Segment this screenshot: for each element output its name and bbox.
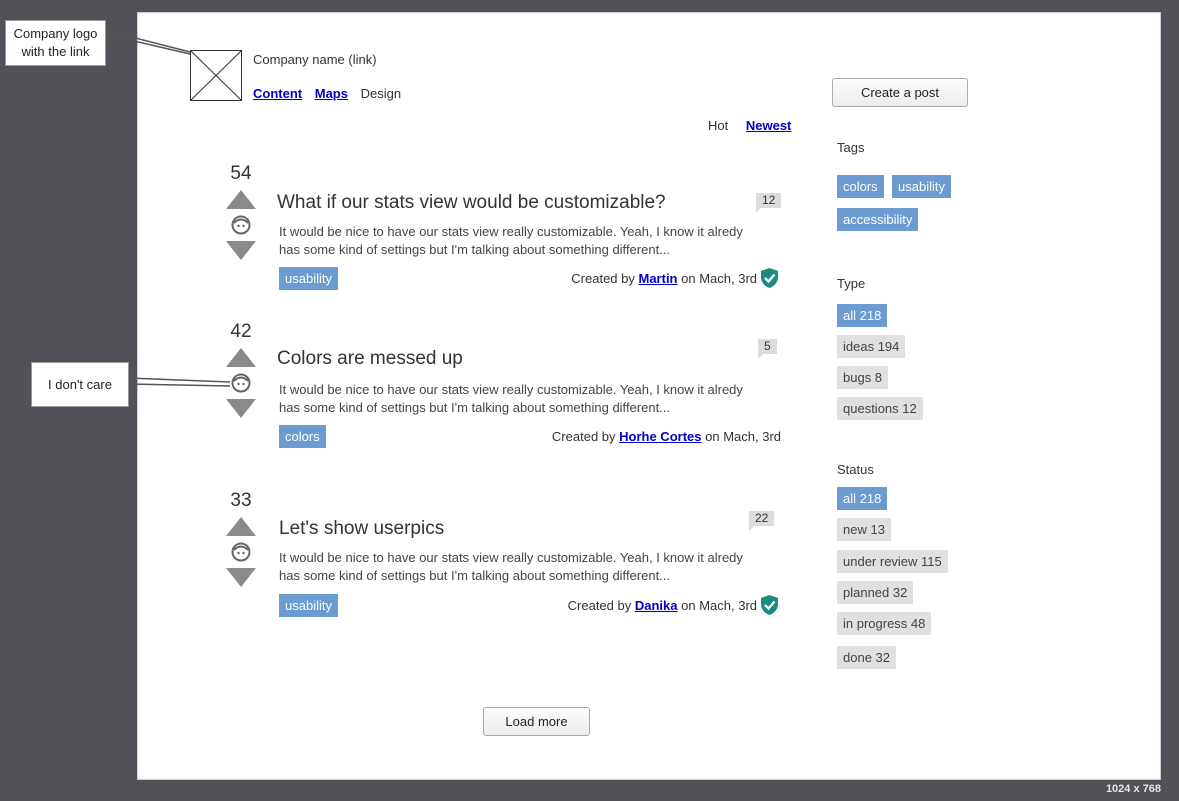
post-title[interactable]: Colors are messed up	[277, 348, 463, 370]
status-filter-under-review[interactable]: under review 115	[837, 550, 948, 573]
vote-column: 42	[225, 321, 257, 418]
tag-chip-accessibility[interactable]: accessibility	[837, 208, 919, 231]
verified-shield-icon	[761, 268, 778, 288]
post-meta: Created by Danika on Mach, 3rd	[568, 594, 779, 616]
type-filter-bugs[interactable]: bugs 8	[837, 366, 889, 389]
downvote-arrow-icon[interactable]	[226, 241, 256, 260]
post-description-line: has some kind of settings but I'm talkin…	[279, 242, 671, 257]
upvote-arrow-icon[interactable]	[226, 517, 256, 536]
status-filter-done[interactable]: done 32	[837, 646, 896, 669]
post-description: It would be nice to have our stats view …	[279, 223, 759, 259]
comment-count-badge[interactable]: 12	[756, 193, 782, 213]
load-more-button[interactable]: Load more	[483, 707, 590, 736]
upvote-arrow-icon[interactable]	[226, 190, 256, 209]
post-description-line: It would be nice to have our stats view …	[279, 382, 743, 397]
post-date: on Mach, 3rd	[681, 597, 757, 613]
verified-shield-icon	[761, 595, 778, 615]
downvote-arrow-icon[interactable]	[226, 568, 256, 587]
post-date: on Mach, 3rd	[705, 429, 781, 444]
created-by-label: Created by	[551, 429, 616, 444]
post-description-line: It would be nice to have our stats view …	[279, 550, 743, 565]
neutral-vote-face-icon[interactable]	[231, 373, 251, 393]
type-filter-ideas[interactable]: ideas 194	[837, 335, 906, 358]
author-link[interactable]: Danika	[635, 598, 678, 613]
vote-count: 42	[230, 321, 252, 342]
post-title[interactable]: Let's show userpics	[279, 518, 444, 540]
vote-count: 54	[230, 163, 252, 184]
neutral-vote-face-icon[interactable]	[231, 542, 251, 562]
neutral-vote-face-icon[interactable]	[231, 215, 251, 235]
vote-annotation: I don't care	[31, 362, 129, 407]
post-item: 54 What if our stats view would be custo…	[225, 163, 785, 313]
comment-count-badge[interactable]: 5	[758, 339, 777, 359]
post-description-line: has some kind of settings but I'm talkin…	[279, 400, 671, 415]
created-by-label: Created by	[571, 270, 635, 286]
status-heading: Status	[837, 462, 874, 477]
post-item: 42 Colors are messed up It would be nice…	[225, 321, 785, 471]
post-description: It would be nice to have our stats view …	[279, 549, 759, 585]
status-filter-planned[interactable]: planned 32	[837, 581, 914, 604]
nav-design[interactable]: Design	[361, 86, 401, 101]
post-title[interactable]: What if our stats view would be customiz…	[277, 192, 666, 214]
vote-column: 33	[225, 490, 257, 587]
company-logo-placeholder[interactable]	[190, 50, 242, 101]
canvas-size-label: 1024 x 768	[1105, 783, 1161, 795]
sort-options: Hot Newest	[708, 118, 791, 133]
sort-newest[interactable]: Newest	[746, 118, 792, 133]
type-filter-all[interactable]: all 218	[837, 304, 888, 327]
post-description: It would be nice to have our stats view …	[279, 381, 759, 417]
company-name-link[interactable]: Company name (link)	[253, 52, 377, 67]
post-description-line: It would be nice to have our stats view …	[279, 224, 743, 239]
status-filter-new[interactable]: new 13	[837, 518, 891, 541]
author-link[interactable]: Horhe Cortes	[619, 429, 701, 444]
post-description-line: has some kind of settings but I'm talkin…	[279, 568, 671, 583]
type-heading: Type	[837, 276, 866, 291]
vote-count: 33	[230, 490, 252, 511]
logo-annotation: Company logo with the link	[5, 20, 106, 66]
status-filter-all[interactable]: all 218	[837, 487, 888, 510]
tags-heading: Tags	[837, 140, 865, 155]
type-filter-questions[interactable]: questions 12	[837, 397, 923, 420]
nav-maps[interactable]: Maps	[315, 86, 348, 101]
nav-content[interactable]: Content	[253, 86, 302, 101]
create-post-button[interactable]: Create a post	[832, 78, 968, 107]
tag-chip-usability[interactable]: usability	[892, 175, 951, 198]
main-nav: Content Maps Design	[253, 86, 410, 101]
created-by-label: Created by	[567, 597, 632, 613]
upvote-arrow-icon[interactable]	[226, 348, 256, 367]
downvote-arrow-icon[interactable]	[226, 399, 256, 418]
post-date: on Mach, 3rd	[681, 270, 757, 286]
post-tag[interactable]: colors	[279, 425, 326, 448]
post-meta: Created by Horhe Cortes on Mach, 3rd	[552, 425, 781, 448]
vote-column: 54	[225, 163, 257, 260]
status-filter-in-progress[interactable]: in progress 48	[837, 612, 932, 635]
post-meta: Created by Martin on Mach, 3rd	[571, 267, 779, 289]
tag-chip-colors[interactable]: colors	[837, 175, 884, 198]
post-tag[interactable]: usability	[279, 594, 338, 617]
sort-hot[interactable]: Hot	[708, 118, 728, 133]
post-tag[interactable]: usability	[279, 267, 338, 290]
post-item: 33 Let's show userpics It would be nice …	[225, 490, 785, 640]
author-link[interactable]: Martin	[639, 271, 678, 286]
comment-count-badge[interactable]: 22	[749, 511, 775, 531]
